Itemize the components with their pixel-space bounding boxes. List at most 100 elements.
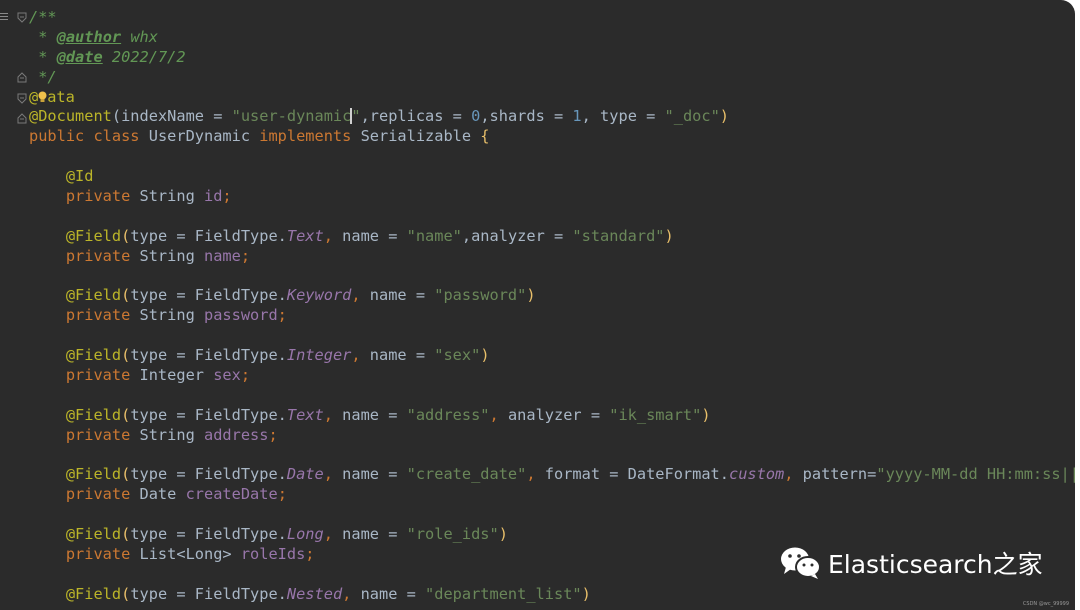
code-token: "department_list" (425, 584, 582, 603)
code-token: , type = (581, 107, 665, 126)
code-token: private (29, 545, 140, 564)
code-token: implements (259, 127, 361, 146)
code-line[interactable]: public class UserDynamic implements Seri… (29, 127, 1075, 147)
code-line[interactable] (29, 326, 1075, 346)
code-token: Integer (139, 366, 214, 385)
code-token: @Id (29, 167, 94, 186)
code-line[interactable]: private String name; (29, 247, 1075, 267)
code-token: name = (342, 525, 407, 544)
fold-marker-icon[interactable] (17, 113, 27, 124)
code-token: ,analyzer = (461, 226, 573, 245)
code-token: 2022/7/2 (102, 47, 186, 66)
code-line[interactable]: private String id; (29, 187, 1075, 207)
code-token: password (203, 306, 278, 325)
code-line[interactable]: * @author whx (29, 28, 1075, 48)
code-token: name = (342, 405, 407, 424)
code-line[interactable] (29, 267, 1075, 287)
code-token: ) (701, 405, 711, 424)
code-line[interactable]: @Document(indexName = "user-dynamic",rep… (29, 107, 1075, 127)
code-token: Long (286, 525, 324, 544)
code-editor[interactable]: /** * @author whx * @date 2022/7/2 */@ at… (0, 0, 1075, 610)
code-token: "create_date" (406, 465, 527, 484)
code-line[interactable] (29, 207, 1075, 227)
code-token: sex (213, 366, 241, 385)
code-token: id (203, 187, 223, 206)
code-token: Nested (286, 584, 343, 603)
code-token: * (29, 27, 57, 46)
code-token: ( (121, 465, 131, 484)
code-token: @ (29, 87, 39, 106)
code-token: Text (286, 226, 324, 245)
fold-marker-icon[interactable] (17, 72, 27, 83)
code-token: name = (360, 584, 426, 603)
code-token: , (489, 405, 508, 424)
code-line[interactable]: @Field(type = FieldType.Nested, name = "… (29, 585, 1075, 605)
code-token: " (351, 107, 361, 126)
code-token: (indexName = (111, 107, 232, 126)
code-line[interactable]: private Date createDate; (29, 485, 1075, 505)
code-line[interactable]: /** (29, 8, 1075, 28)
code-line[interactable]: @Field(type = FieldType.Date, name = "cr… (29, 465, 1075, 485)
code-line[interactable]: * @date 2022/7/2 (29, 48, 1075, 68)
code-line[interactable]: @Id (29, 167, 1075, 187)
code-line[interactable] (29, 505, 1075, 525)
code-line[interactable]: @ ata (29, 88, 1075, 108)
code-token: @Field (29, 226, 122, 245)
code-token: ) (664, 226, 674, 245)
code-line[interactable]: */ (29, 68, 1075, 88)
code-token: @author (56, 27, 122, 46)
code-line[interactable]: private String password; (29, 306, 1075, 326)
code-token: String (139, 306, 204, 325)
code-token: type = FieldType. (130, 584, 287, 603)
code-token: ) (480, 346, 490, 365)
code-token: ( (121, 286, 131, 305)
code-token: private (29, 366, 140, 385)
fold-marker-icon[interactable] (17, 93, 27, 104)
code-token: @Field (29, 286, 122, 305)
code-token: "yyyy-MM-dd HH:mm:ss||stric (876, 465, 1075, 484)
code-token: Integer (286, 346, 352, 365)
code-token: "password" (434, 286, 527, 305)
menu-icon[interactable] (0, 13, 8, 23)
code-token: "name" (406, 226, 462, 245)
code-line[interactable] (29, 147, 1075, 167)
code-line[interactable]: @Field(type = FieldType.Text, name = "na… (29, 227, 1075, 247)
code-token: "sex" (434, 346, 481, 365)
code-token: { (480, 127, 490, 146)
code-content[interactable]: /** * @author whx * @date 2022/7/2 */@ at… (29, 8, 1075, 605)
code-token: ) (581, 584, 591, 603)
code-token: ( (121, 584, 131, 603)
code-token: @date (56, 47, 103, 66)
code-token: String (139, 246, 204, 265)
code-token: "user-dynamic (231, 107, 352, 126)
code-token: , (323, 405, 343, 424)
code-token: String (139, 425, 204, 444)
code-token: ) (719, 107, 730, 126)
code-line[interactable]: @Field(type = FieldType.Integer, name = … (29, 346, 1075, 366)
code-line[interactable] (29, 446, 1075, 466)
code-token: @Field (29, 525, 122, 544)
code-token: , (351, 346, 370, 365)
code-token: ; (240, 366, 251, 385)
wechat-icon (781, 547, 821, 579)
code-token: private (29, 485, 140, 504)
code-token: UserDynamic (148, 127, 260, 146)
code-line[interactable]: private Integer sex; (29, 366, 1075, 386)
lightbulb-icon[interactable] (38, 91, 47, 103)
code-token: "ik_smart" (609, 405, 702, 424)
code-token: Text (286, 405, 324, 424)
code-token: address (203, 425, 269, 444)
code-token: , (351, 286, 370, 305)
code-line[interactable] (29, 386, 1075, 406)
code-token: "_doc" (664, 107, 720, 126)
code-token: type = FieldType. (130, 226, 287, 245)
code-token: , (323, 465, 343, 484)
fold-marker-icon[interactable] (17, 12, 27, 23)
code-token: @Field (29, 405, 122, 424)
code-line[interactable]: @Field(type = FieldType.Text, name = "ad… (29, 406, 1075, 426)
code-line[interactable]: @Field(type = FieldType.Long, name = "ro… (29, 525, 1075, 545)
code-line[interactable]: private String address; (29, 426, 1075, 446)
watermark: Elasticsearch之家 (780, 544, 1043, 582)
code-token: , (342, 584, 361, 603)
code-line[interactable]: @Field(type = FieldType.Keyword, name = … (29, 286, 1075, 306)
